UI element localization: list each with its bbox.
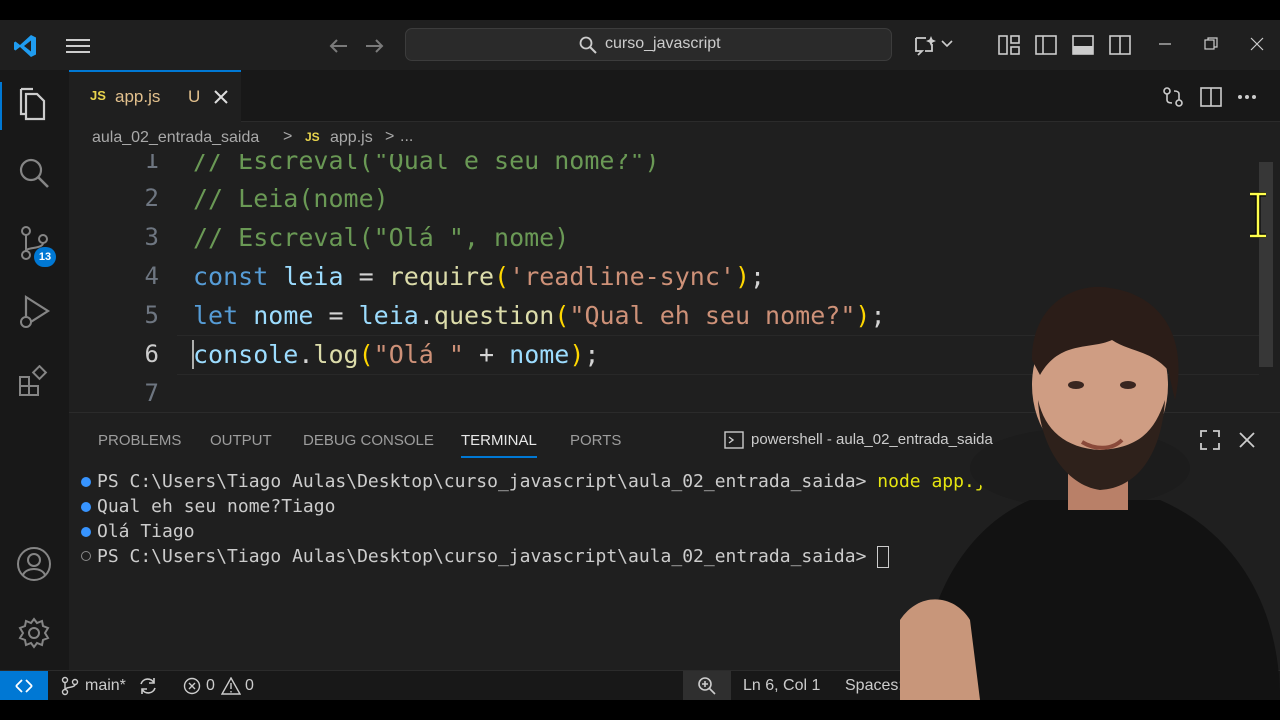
- warning-count[interactable]: 0: [245, 671, 254, 700]
- cursor-position[interactable]: Ln 6, Col 1: [743, 671, 820, 700]
- compare-changes-icon[interactable]: [1161, 85, 1185, 109]
- command-success-dot: [81, 477, 91, 487]
- breadcrumb-separator: >: [385, 128, 395, 145]
- text-cursor: [192, 340, 194, 369]
- split-editor-icon[interactable]: [1199, 85, 1223, 109]
- terminal-cursor: [877, 546, 890, 568]
- sync-icon[interactable]: [138, 676, 158, 696]
- letterbox-top: [0, 0, 1280, 20]
- line-number: 5: [144, 301, 159, 329]
- command-center-search[interactable]: curso_javascript: [405, 28, 892, 61]
- activity-bar: 13: [0, 70, 69, 670]
- toggle-secondary-sidebar-icon[interactable]: [1108, 33, 1132, 57]
- tab-problems[interactable]: PROBLEMS: [98, 423, 181, 459]
- command-pending-dot: [81, 551, 91, 561]
- forward-arrow-icon[interactable]: [363, 34, 387, 58]
- terminal-line: PS C:\Users\Tiago Aulas\Desktop\curso_ja…: [97, 471, 997, 492]
- terminal-line: PS C:\Users\Tiago Aulas\Desktop\curso_ja…: [97, 544, 890, 569]
- terminal-icon: [723, 429, 745, 451]
- line-number: 3: [144, 223, 159, 251]
- vscode-logo-icon: [12, 33, 38, 59]
- error-count[interactable]: 0: [206, 671, 215, 700]
- minimize-icon[interactable]: [1155, 34, 1175, 54]
- breadcrumb-separator: >: [283, 128, 293, 145]
- search-icon: [578, 35, 598, 55]
- restore-icon[interactable]: [1201, 34, 1221, 54]
- breadcrumb-file[interactable]: app.js: [330, 129, 373, 147]
- line-number: 4: [144, 262, 159, 290]
- tab-app-js[interactable]: JS app.js U: [69, 70, 241, 122]
- command-success-dot: [81, 527, 91, 537]
- breadcrumb: aula_02_entrada_saida > JS app.js > ...: [69, 122, 1280, 154]
- js-file-icon: JS: [90, 88, 106, 103]
- extensions-icon[interactable]: [14, 362, 54, 402]
- mouse-ibeam-cursor-icon: [1245, 192, 1271, 238]
- run-debug-icon[interactable]: [14, 292, 54, 332]
- tab-strip: [69, 70, 1280, 122]
- tab-status: U: [188, 87, 201, 106]
- title-bar: curso_javascript: [0, 20, 1280, 70]
- tab-debug-console[interactable]: DEBUG CONSOLE: [303, 423, 434, 459]
- explorer-icon[interactable]: [14, 84, 54, 124]
- remote-indicator-icon[interactable]: [0, 671, 48, 700]
- command-success-dot: [81, 502, 91, 512]
- code-line: let nome = leia.question("Qual eh seu no…: [193, 301, 886, 330]
- letterbox-bottom: [0, 700, 1280, 720]
- code-line: const leia = require('readline-sync');: [193, 262, 766, 291]
- search-text: curso_javascript: [605, 35, 721, 52]
- tab-output[interactable]: OUTPUT: [210, 423, 272, 459]
- settings-gear-icon[interactable]: [14, 613, 54, 653]
- line-number: 2: [144, 184, 159, 212]
- code-line: // Leia(nome): [193, 184, 389, 213]
- line-number: 7: [144, 379, 159, 407]
- zoom-icon[interactable]: [683, 671, 731, 700]
- more-actions-icon[interactable]: [1235, 85, 1259, 109]
- tab-terminal[interactable]: TERMINAL: [461, 423, 537, 458]
- error-icon[interactable]: [182, 676, 202, 696]
- toggle-panel-icon[interactable]: [1071, 33, 1095, 57]
- terminal-line: Qual eh seu nome?Tiago: [97, 496, 336, 517]
- breadcrumb-folder[interactable]: aula_02_entrada_saida: [92, 129, 259, 147]
- account-icon[interactable]: [14, 544, 54, 584]
- copilot-icon[interactable]: [912, 33, 938, 57]
- customize-layout-icon[interactable]: [997, 33, 1021, 57]
- branch-name[interactable]: main*: [85, 671, 126, 700]
- branch-icon[interactable]: [60, 676, 80, 696]
- webcam-overlay: [900, 280, 1280, 700]
- code-line: // Escreval("Olá ", nome): [193, 223, 570, 252]
- back-arrow-icon[interactable]: [326, 34, 350, 58]
- chevron-down-icon[interactable]: [939, 36, 955, 52]
- code-line: // Escreval("Qual é seu nome?"): [193, 154, 660, 175]
- scm-badge: 13: [34, 247, 56, 267]
- js-file-icon: JS: [305, 130, 320, 144]
- tab-close-icon[interactable]: [211, 87, 231, 107]
- activity-active-indicator: [0, 82, 2, 130]
- tab-ports[interactable]: PORTS: [570, 423, 621, 459]
- line-number: 1: [144, 154, 159, 174]
- terminal-line: Olá Tiago: [97, 521, 195, 542]
- menu-icon[interactable]: [64, 34, 92, 58]
- close-window-icon[interactable]: [1247, 34, 1267, 54]
- tab-label: app.js: [115, 87, 161, 106]
- line-number: 6: [144, 340, 159, 368]
- code-line: console.log("Olá " + nome);: [193, 340, 600, 369]
- search-activity-icon[interactable]: [14, 153, 54, 193]
- toggle-primary-sidebar-icon[interactable]: [1034, 33, 1058, 57]
- breadcrumb-more[interactable]: ...: [400, 128, 413, 146]
- warning-icon[interactable]: [221, 676, 241, 696]
